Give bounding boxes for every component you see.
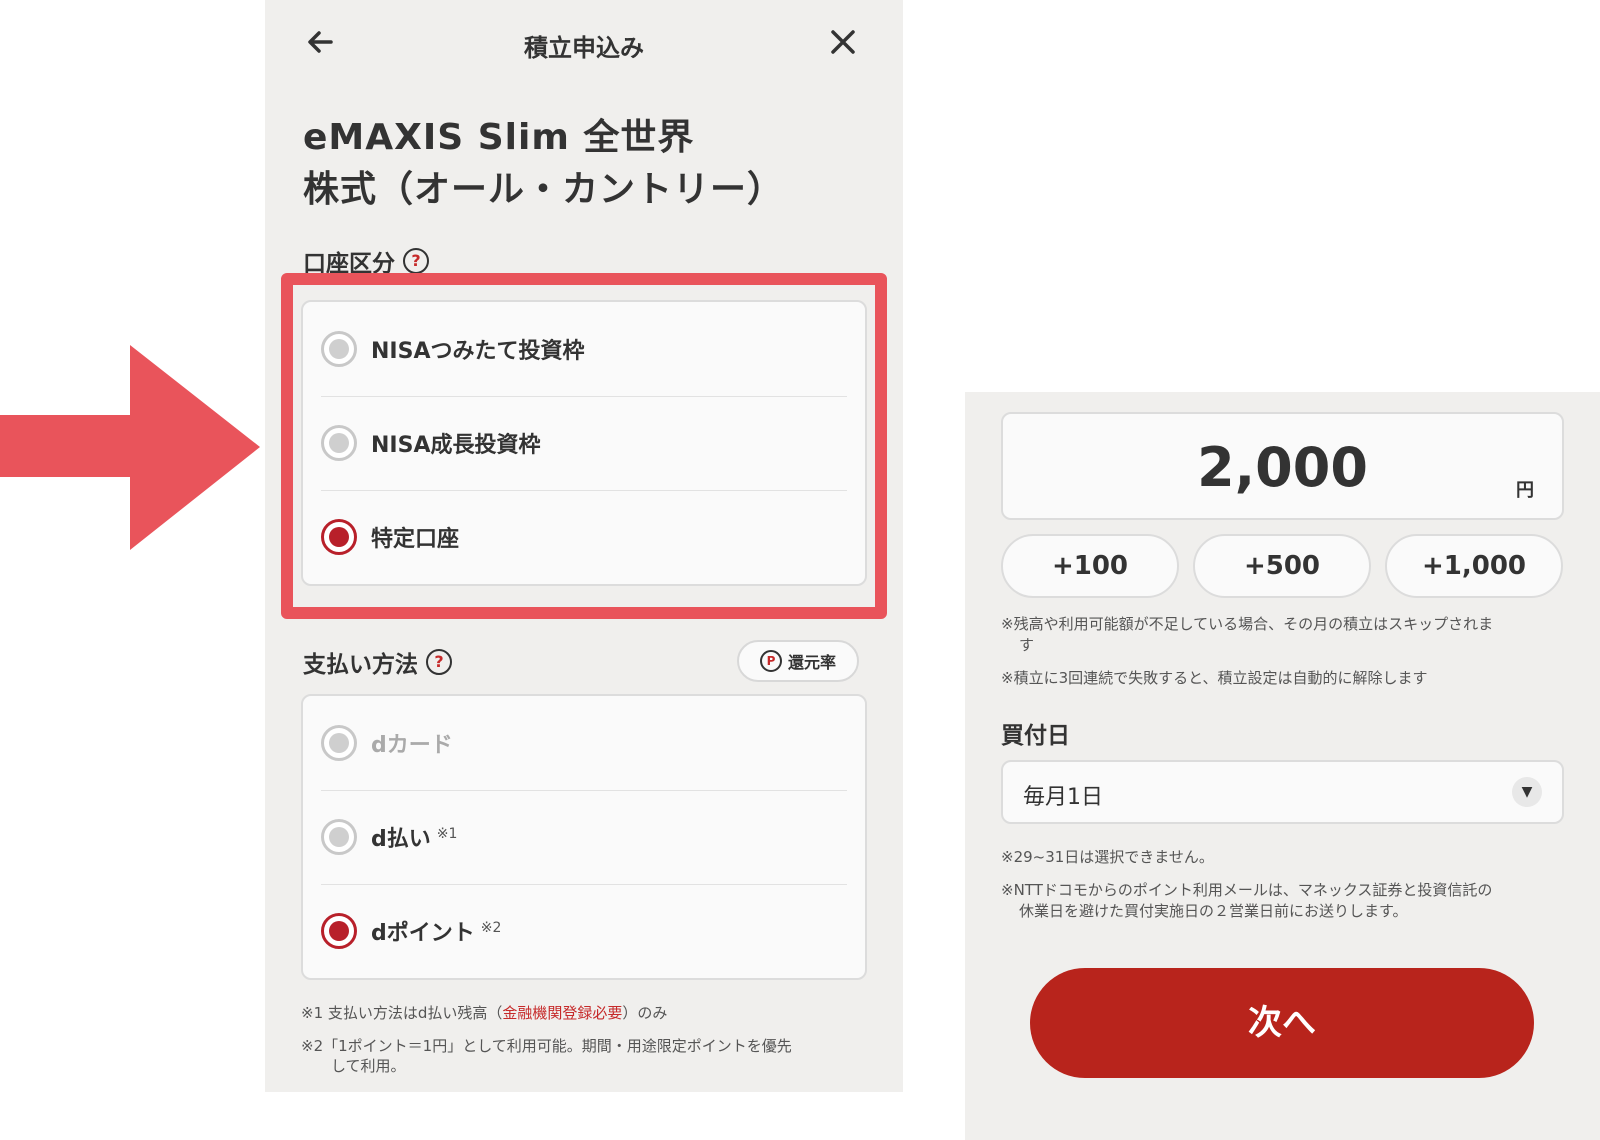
point-icon: P [759,650,782,672]
payment-option-dpoint[interactable]: dポイント ※2 [303,884,865,978]
account-option-nisa-growth[interactable]: NISA成長投資枠 [303,396,865,490]
payment-option-dcard[interactable]: dカード [303,696,865,790]
note-days: ※29~31日は選択できません。 [1001,848,1214,866]
radio-button[interactable] [321,331,357,367]
fund-name: eMAXIS Slim 全世界 株式（オール・カントリー） [303,112,863,216]
bank-registration-link[interactable]: 金融機関登録必要 [502,1004,622,1022]
payment-help-icon[interactable]: ? [426,649,452,675]
option-label: dカード [371,733,453,758]
buy-day-select[interactable]: 毎月1日 ▼ [1001,760,1564,824]
add-100-button[interactable]: +100 [1001,534,1179,598]
radio-button[interactable] [321,725,357,761]
reward-rate-label: 還元率 [787,653,836,672]
option-label: 特定口座 [371,527,460,552]
account-option-tokutei[interactable]: 特定口座 [303,490,865,584]
option-text: dポイント [371,921,475,946]
page-title: 積立申込み [524,34,644,62]
radio-button-selected[interactable] [321,913,357,949]
next-button[interactable]: 次へ [1030,968,1534,1078]
pointer-arrow-icon [0,345,260,550]
header: 積立申込み [265,0,903,92]
fund-name-line2: 株式（オール・カントリー） [303,169,785,210]
amount-value: 2,000 [1197,436,1368,499]
footnote-mark: ※1 [436,825,458,842]
footnote-mark: ※2 [480,919,502,936]
option-label: dポイント ※2 [371,915,501,947]
footnote-2: ※2「1ポイント＝1円」として利用可能。期間・用途限定ポイントを優先 して利用。 [301,1037,792,1075]
note-skip: ※残高や利用可能額が不足している場合、その月の積立はスキップされま す [1001,615,1494,654]
radio-button-selected[interactable] [321,519,357,555]
amount-unit: 円 [1516,480,1534,501]
payment-method-label: 支払い方法 ? [303,645,452,679]
account-type-options: NISAつみたて投資枠 NISA成長投資枠 特定口座 [301,300,867,586]
footnote-1: ※1 支払い方法はd払い残高（金融機関登録必要）のみ [301,1004,668,1022]
close-button[interactable] [823,26,863,66]
buy-day-value: 毎月1日 [1023,785,1103,810]
radio-button[interactable] [321,819,357,855]
payment-option-dbarai[interactable]: d払い ※1 [303,790,865,884]
option-label: d払い ※1 [371,821,457,853]
option-label: NISA成長投資枠 [371,433,541,458]
option-text: d払い [371,827,431,852]
add-1000-button[interactable]: +1,000 [1385,534,1563,598]
application-form-screen: 積立申込み eMAXIS Slim 全世界 株式（オール・カントリー） 口座区分… [265,0,903,1092]
payment-method-title: 支払い方法 [303,652,418,678]
reward-rate-button[interactable]: P 還元率 [737,640,859,682]
account-help-icon[interactable]: ? [403,248,429,274]
payment-method-options: dカード d払い ※1 dポイント ※2 [301,694,867,980]
chevron-down-icon: ▼ [1512,777,1542,807]
note-cancel: ※積立に3回連続で失敗すると、積立設定は自動的に解除します [1001,669,1428,687]
radio-button[interactable] [321,425,357,461]
account-option-nisa-tsumitate[interactable]: NISAつみたて投資枠 [303,302,865,396]
note-ntt: ※NTTドコモからのポイント利用メールは、マネックス証券と投資信託の 休業日を避… [1001,881,1493,920]
add-500-button[interactable]: +500 [1193,534,1371,598]
amount-form-screen: 2,000 円 +100 +500 +1,000 ※残高や利用可能額が不足してい… [965,392,1600,1140]
amount-input[interactable]: 2,000 円 [1001,412,1564,520]
buy-day-label: 買付日 [1001,723,1070,749]
close-icon [831,30,855,54]
option-label: NISAつみたて投資枠 [371,339,585,364]
fund-name-line1: eMAXIS Slim 全世界 [303,117,695,158]
